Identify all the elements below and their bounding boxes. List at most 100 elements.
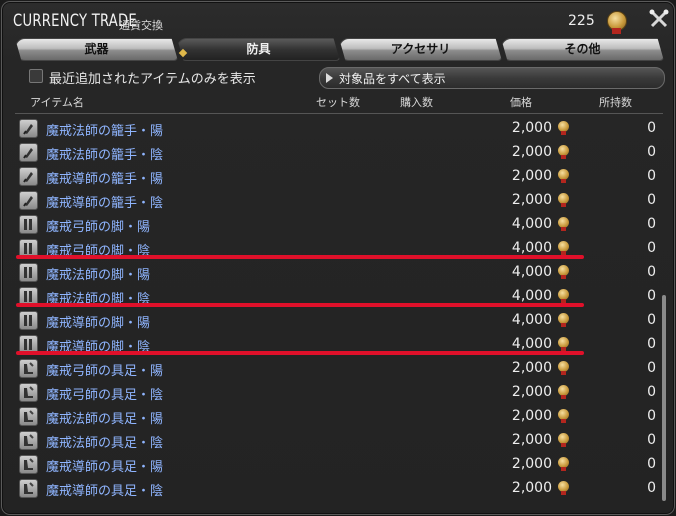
recent-only-checkbox[interactable] [29,69,43,83]
item-name-link[interactable]: 魔戒導師の具足・陽 [46,456,163,475]
item-price: 2,000 [511,360,552,376]
currency-coin-icon [558,337,569,351]
currency-coin-icon [558,241,569,255]
item-price: 2,000 [511,456,552,472]
currency-coin-icon [558,289,569,303]
currency-coin-icon [558,481,569,495]
header-divider [15,113,663,114]
currency-coin-icon [558,169,569,183]
header-set-count: セット数 [316,96,360,109]
gauntlet-icon [19,143,38,162]
item-owned-count: 0 [647,312,656,328]
item-owned-count: 0 [647,168,656,184]
item-price: 2,000 [511,408,552,424]
item-owned-count: 0 [647,216,656,232]
item-name-link[interactable]: 魔戒弓師の脚・陽 [46,216,150,235]
boots-icon [19,431,38,450]
list-item[interactable]: 魔戒導師の籠手・陰 2,000 0 [2,188,674,212]
highlight-underline [16,351,584,355]
legs-icon [19,311,38,330]
item-price: 2,000 [511,168,552,184]
item-owned-count: 0 [647,408,656,424]
show-all-label: 対象品をすべて表示 [339,72,446,86]
column-headers: アイテム名 セット数 購入数 価格 所持数 [2,94,674,114]
currency-coin-icon [558,121,569,135]
tab-weapons[interactable]: 武器 [15,38,178,61]
highlight-underline [16,255,584,259]
legs-icon [19,215,38,234]
currency-trade-window: CURRENCY TRADE 通貨交換 225 武器 防具 アクセサリ その他 … [1,1,675,515]
item-name-link[interactable]: 魔戒導師の具足・陰 [46,480,163,499]
item-owned-count: 0 [647,264,656,280]
currency-coin-icon [558,313,569,327]
list-item[interactable]: 魔戒法師の脚・陽 4,000 0 [2,260,674,284]
list-item[interactable]: 魔戒導師の具足・陰 2,000 0 [2,476,674,500]
item-owned-count: 0 [647,456,656,472]
list-item[interactable]: 魔戒弓師の脚・陽 4,000 0 [2,212,674,236]
item-price: 2,000 [511,120,552,136]
currency-coin-icon [558,457,569,471]
list-item[interactable]: 魔戒法師の籠手・陽 2,000 0 [2,116,674,140]
item-owned-count: 0 [647,432,656,448]
list-item[interactable]: 魔戒法師の籠手・陰 2,000 0 [2,140,674,164]
item-owned-count: 0 [647,144,656,160]
category-tabs: 武器 防具 アクセサリ その他 [15,38,664,61]
gauntlet-icon [19,167,38,186]
item-name-link[interactable]: 魔戒導師の脚・陽 [46,312,150,331]
item-price: 4,000 [511,336,552,352]
scrollbar[interactable] [662,295,666,501]
item-name-link[interactable]: 魔戒導師の籠手・陰 [46,192,163,211]
item-price: 4,000 [511,312,552,328]
item-name-link[interactable]: 魔戒法師の具足・陰 [46,432,163,451]
item-name-link[interactable]: 魔戒弓師の具足・陰 [46,384,163,403]
item-name-link[interactable]: 魔戒導師の籠手・陽 [46,168,163,187]
tab-armor[interactable]: 防具 [177,38,340,61]
item-owned-count: 0 [647,192,656,208]
currency-coin-icon [558,385,569,399]
window-subtitle: 通貨交換 [119,19,163,32]
close-icon[interactable] [648,8,670,30]
currency-coin-icon [558,217,569,231]
item-name-link[interactable]: 魔戒法師の具足・陽 [46,408,163,427]
boots-icon [19,383,38,402]
list-item[interactable]: 魔戒導師の籠手・陽 2,000 0 [2,164,674,188]
tab-accessories[interactable]: アクセサリ [339,38,502,61]
item-price: 2,000 [511,384,552,400]
list-item[interactable]: 魔戒弓師の具足・陰 2,000 0 [2,380,674,404]
boots-icon [19,455,38,474]
item-price: 2,000 [511,480,552,496]
currency-coin-icon [558,193,569,207]
header-owned: 所持数 [599,96,632,109]
item-name-link[interactable]: 魔戒弓師の具足・陽 [46,360,163,379]
item-price: 4,000 [511,240,552,256]
tab-other[interactable]: その他 [501,38,664,61]
recent-only-label: 最近追加されたアイテムのみを表示 [49,72,256,87]
currency-coin-icon [558,145,569,159]
item-name-link[interactable]: 魔戒法師の脚・陽 [46,264,150,283]
legs-icon [19,263,38,282]
item-owned-count: 0 [647,288,656,304]
list-item[interactable]: 魔戒導師の具足・陽 2,000 0 [2,452,674,476]
item-list: 魔戒法師の籠手・陽 2,000 0 魔戒法師の籠手・陰 2,000 0 魔戒導師の籠手・陽 2… [2,116,674,500]
highlight-underline [16,303,584,307]
currency-ribbon-icon [612,28,621,34]
show-all-button[interactable]: 対象品をすべて表示 [319,67,665,89]
header-price: 価格 [510,96,532,109]
item-price: 2,000 [511,192,552,208]
list-item[interactable]: 魔戒導師の脚・陽 4,000 0 [2,308,674,332]
item-name-link[interactable]: 魔戒法師の籠手・陽 [46,120,163,139]
header-purchase-count: 購入数 [400,96,433,109]
currency-coin-icon [558,433,569,447]
item-owned-count: 0 [647,360,656,376]
title-bar: CURRENCY TRADE 通貨交換 225 [2,2,674,38]
item-owned-count: 0 [647,384,656,400]
list-item[interactable]: 魔戒弓師の具足・陽 2,000 0 [2,356,674,380]
gauntlet-icon [19,119,38,138]
list-item[interactable]: 魔戒法師の具足・陰 2,000 0 [2,428,674,452]
item-name-link[interactable]: 魔戒法師の籠手・陰 [46,144,163,163]
item-price: 2,000 [511,432,552,448]
list-item[interactable]: 魔戒法師の具足・陽 2,000 0 [2,404,674,428]
play-arrow-icon [326,73,333,83]
item-price: 4,000 [511,216,552,232]
item-price: 4,000 [511,264,552,280]
